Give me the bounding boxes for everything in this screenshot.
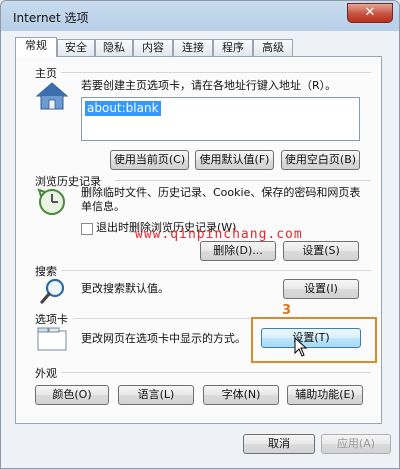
- delete-history-on-exit-checkbox[interactable]: [81, 223, 93, 235]
- apply-button[interactable]: 应用(A): [321, 434, 391, 454]
- tab-programs[interactable]: 程序: [213, 39, 253, 56]
- appearance-divider: [61, 372, 371, 373]
- history-description: 删除临时文件、历史记录、Cookie、保存的密码和网页表单信息。: [81, 186, 361, 213]
- house-icon: [35, 82, 69, 110]
- close-button[interactable]: ✕: [347, 3, 393, 23]
- tab-privacy[interactable]: 隐私: [95, 39, 133, 56]
- fonts-button[interactable]: 字体(N): [203, 385, 279, 405]
- tabs-window-icon: [37, 327, 67, 351]
- search-divider: [61, 270, 371, 271]
- tab-security[interactable]: 安全: [57, 39, 95, 56]
- mouse-cursor-icon: [294, 337, 308, 357]
- languages-button[interactable]: 语言(L): [118, 385, 194, 405]
- history-clock-icon: [37, 188, 65, 215]
- search-settings-button[interactable]: 设置(I): [283, 279, 359, 299]
- delete-history-button[interactable]: 删除(D)...: [200, 241, 276, 261]
- tabs-section-title: 选项卡: [35, 313, 68, 326]
- homepage-section-title: 主页: [35, 67, 57, 80]
- tab-content[interactable]: 内容: [133, 39, 173, 56]
- watermark-text: www.qinpinchang.com: [135, 227, 303, 242]
- close-icon: ✕: [364, 5, 376, 20]
- homepage-address-textarea[interactable]: about:blank: [81, 97, 360, 141]
- cancel-button[interactable]: 取消: [243, 434, 315, 454]
- accessibility-button[interactable]: 辅助功能(E): [287, 385, 363, 405]
- title-bar[interactable]: Internet 选项 ✕: [1, 1, 400, 31]
- internet-options-window: Internet 选项 ✕ 常规 安全 隐私 内容 连接 程序 高级 主页 若要…: [0, 0, 400, 469]
- use-default-button[interactable]: 使用默认值(F): [195, 150, 274, 170]
- use-blank-button[interactable]: 使用空白页(B): [281, 150, 360, 170]
- use-current-button[interactable]: 使用当前页(C): [110, 150, 189, 170]
- history-divider: [115, 180, 371, 181]
- window-title: Internet 选项: [13, 11, 89, 25]
- tab-connections[interactable]: 连接: [173, 39, 213, 56]
- tab-general[interactable]: 常规: [15, 37, 57, 57]
- tabs-settings-button[interactable]: 设置(T): [261, 328, 361, 348]
- tabs-divider: [73, 318, 251, 319]
- search-description: 更改搜索默认值。: [81, 282, 169, 295]
- homepage-divider: [61, 72, 371, 73]
- homepage-description: 若要创建主页选项卡，请在各地址行键入地址（R）。: [81, 79, 337, 92]
- tabs-description: 更改网页在选项卡中显示的方式。: [81, 332, 246, 345]
- tab-advanced[interactable]: 高级: [253, 39, 293, 56]
- appearance-section-title: 外观: [35, 367, 57, 380]
- colors-button[interactable]: 颜色(O): [35, 385, 109, 405]
- magnifier-icon: [40, 278, 65, 304]
- step-number-badge: 3: [282, 303, 292, 318]
- history-settings-button[interactable]: 设置(S): [283, 241, 359, 261]
- homepage-address-value: about:blank: [85, 101, 161, 116]
